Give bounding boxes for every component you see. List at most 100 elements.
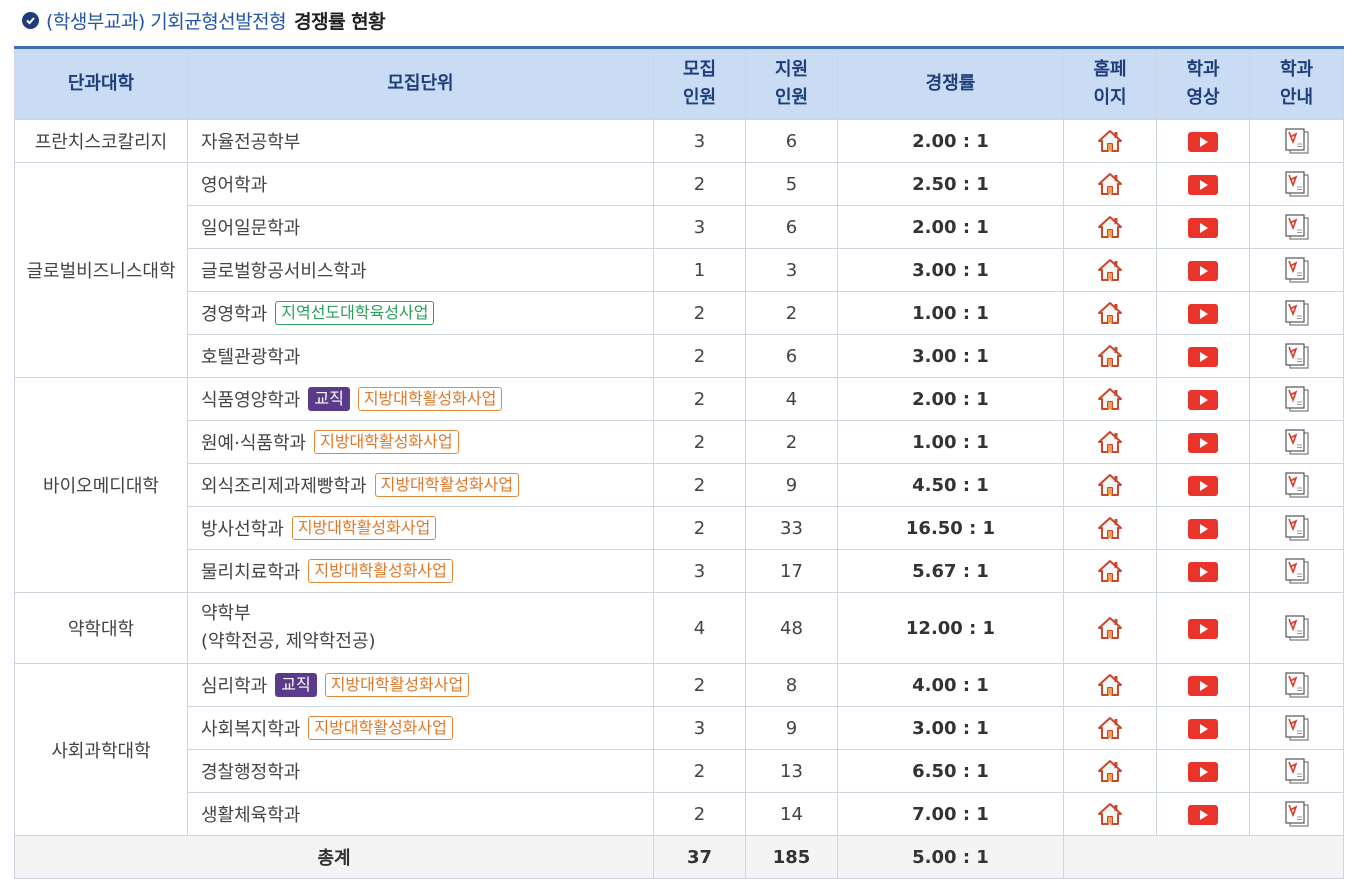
- rate-cell: 4.00 : 1: [837, 663, 1064, 707]
- home-icon[interactable]: [1097, 473, 1123, 497]
- home-icon[interactable]: [1097, 802, 1123, 826]
- pdf-document-icon[interactable]: [1284, 801, 1310, 827]
- home-icon[interactable]: [1097, 301, 1123, 325]
- home-icon[interactable]: [1097, 344, 1123, 368]
- table-row: 일어일문학과 3 6 2.00 : 1: [15, 205, 1344, 249]
- video-play-icon[interactable]: [1188, 346, 1218, 367]
- applicants-cell: 2: [745, 420, 838, 464]
- total-label: 총계: [14, 835, 654, 879]
- homepage-cell: [1063, 119, 1157, 163]
- pdf-document-icon[interactable]: [1284, 386, 1310, 412]
- homepage-cell: [1063, 420, 1157, 464]
- pdf-document-icon[interactable]: [1284, 558, 1310, 584]
- home-icon[interactable]: [1097, 616, 1123, 640]
- video-play-icon[interactable]: [1188, 761, 1218, 782]
- unit-cell: 영어학과: [187, 162, 654, 206]
- pdf-document-icon[interactable]: [1284, 672, 1310, 698]
- program-badge: 지역선도대학육성사업: [275, 301, 435, 325]
- applicants-cell: 8: [745, 663, 838, 707]
- video-play-icon[interactable]: [1188, 174, 1218, 195]
- competition-rate-table: 단과대학 모집단위 모집 인원 지원 인원 경쟁률 홈페 이지 학과 영상 학과 안내 프…: [14, 46, 1344, 879]
- header-unit: 모집단위: [187, 47, 654, 120]
- unit-name: 식품영양학과: [201, 390, 301, 411]
- video-play-icon[interactable]: [1188, 432, 1218, 453]
- video-play-icon[interactable]: [1188, 303, 1218, 324]
- home-icon[interactable]: [1097, 759, 1123, 783]
- rate-cell: 2.00 : 1: [837, 205, 1064, 249]
- homepage-cell: [1063, 706, 1157, 750]
- quota-cell: 3: [653, 205, 746, 249]
- pdf-document-icon[interactable]: [1284, 472, 1310, 498]
- pdf-document-icon[interactable]: [1284, 214, 1310, 240]
- pdf-document-icon[interactable]: [1284, 171, 1310, 197]
- video-play-icon[interactable]: [1188, 804, 1218, 825]
- pdf-document-icon[interactable]: [1284, 758, 1310, 784]
- unit-cell: 방사선학과 지방대학활성화사업: [187, 506, 654, 550]
- video-cell: [1156, 420, 1250, 464]
- pdf-document-icon[interactable]: [1284, 257, 1310, 283]
- video-play-icon[interactable]: [1188, 475, 1218, 496]
- unit-cell: 경찰행정학과: [187, 749, 654, 793]
- unit-name: 영어학과: [201, 175, 268, 196]
- quota-cell: 2: [653, 792, 746, 836]
- home-icon[interactable]: [1097, 673, 1123, 697]
- pdf-document-icon[interactable]: [1284, 615, 1310, 641]
- homepage-cell: [1063, 592, 1157, 664]
- video-play-icon[interactable]: [1188, 260, 1218, 281]
- header-quota: 모집 인원: [653, 47, 746, 120]
- unit-name: 원예·식품학과: [201, 433, 307, 454]
- video-play-icon[interactable]: [1188, 131, 1218, 152]
- home-icon[interactable]: [1097, 516, 1123, 540]
- guide-cell: [1249, 749, 1344, 793]
- header-guide: 학과 안내: [1249, 47, 1344, 120]
- video-play-icon[interactable]: [1188, 389, 1218, 410]
- video-cell: [1156, 463, 1250, 507]
- applicants-cell: 9: [745, 463, 838, 507]
- homepage-cell: [1063, 162, 1157, 206]
- video-play-icon[interactable]: [1188, 561, 1218, 582]
- home-icon[interactable]: [1097, 716, 1123, 740]
- rate-cell: 2.00 : 1: [837, 377, 1064, 421]
- home-icon[interactable]: [1097, 172, 1123, 196]
- home-icon[interactable]: [1097, 215, 1123, 239]
- rate-cell: 7.00 : 1: [837, 792, 1064, 836]
- pdf-document-icon[interactable]: [1284, 429, 1310, 455]
- video-play-icon[interactable]: [1188, 675, 1218, 696]
- home-icon[interactable]: [1097, 129, 1123, 153]
- video-cell: [1156, 248, 1250, 292]
- home-icon[interactable]: [1097, 430, 1123, 454]
- unit-cell: 호텔관광학과: [187, 334, 654, 378]
- pdf-document-icon[interactable]: [1284, 715, 1310, 741]
- video-play-icon[interactable]: [1188, 518, 1218, 539]
- rate-cell: 1.00 : 1: [837, 291, 1064, 335]
- applicants-cell: 6: [745, 119, 838, 163]
- home-icon[interactable]: [1097, 559, 1123, 583]
- pdf-document-icon[interactable]: [1284, 300, 1310, 326]
- applicants-cell: 6: [745, 334, 838, 378]
- home-icon[interactable]: [1097, 258, 1123, 282]
- rate-cell: 2.00 : 1: [837, 119, 1064, 163]
- table-header-row: 단과대학 모집단위 모집 인원 지원 인원 경쟁률 홈페 이지 학과 영상 학과 안내: [14, 47, 1344, 120]
- unit-cell: 경영학과 지역선도대학육성사업: [187, 291, 654, 335]
- rate-cell: 3.00 : 1: [837, 334, 1064, 378]
- guide-cell: [1249, 291, 1344, 335]
- pdf-document-icon[interactable]: [1284, 343, 1310, 369]
- pdf-document-icon[interactable]: [1284, 515, 1310, 541]
- guide-cell: [1249, 205, 1344, 249]
- home-icon[interactable]: [1097, 387, 1123, 411]
- video-play-icon[interactable]: [1188, 217, 1218, 238]
- check-circle-icon: [22, 11, 39, 29]
- rate-cell: 12.00 : 1: [837, 592, 1064, 664]
- total-empty: [1063, 835, 1344, 879]
- pdf-document-icon[interactable]: [1284, 128, 1310, 154]
- program-badge: 지방대학활성화사업: [291, 516, 437, 540]
- guide-cell: [1249, 377, 1344, 421]
- video-cell: [1156, 162, 1250, 206]
- applicants-cell: 17: [745, 549, 838, 593]
- video-play-icon[interactable]: [1188, 618, 1218, 639]
- rate-cell: 2.50 : 1: [837, 162, 1064, 206]
- video-play-icon[interactable]: [1188, 718, 1218, 739]
- rate-cell: 3.00 : 1: [837, 706, 1064, 750]
- rate-cell: 1.00 : 1: [837, 420, 1064, 464]
- program-badge: 지방대학활성화사업: [357, 387, 503, 411]
